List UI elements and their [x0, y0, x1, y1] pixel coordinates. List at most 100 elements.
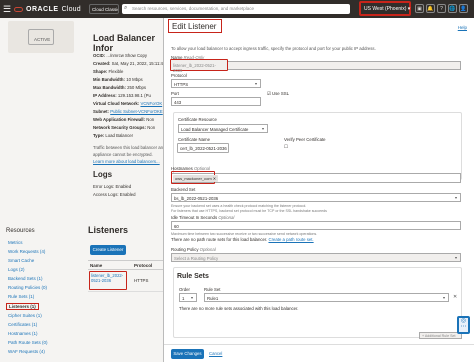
protocol-select[interactable]: HTTPS ▾	[171, 79, 261, 88]
column-protocol: Protocol	[134, 263, 153, 268]
certificate-section: Certificate Resource Load Balancer Manag…	[173, 112, 462, 180]
detail-waf: Web Application Firewall: Non	[93, 117, 155, 122]
search-icon: ⌕	[124, 5, 128, 11]
resource-smart-cache[interactable]: Smart Cache	[8, 258, 34, 263]
order-label: Order	[179, 287, 190, 292]
idle-hint: Maximum time between two successive rece…	[171, 232, 318, 236]
resource-metrics[interactable]: Metrics	[8, 240, 23, 245]
order-select[interactable]: 1 ▾	[179, 293, 197, 302]
cert-name-label: Certificate Name	[178, 137, 210, 142]
language-icon[interactable]: 🌐	[448, 4, 457, 13]
create-path-route-link[interactable]: Create a path route set.	[268, 237, 313, 242]
detail-ocid: OCID: .../nmrcw Show Copy	[93, 53, 147, 58]
resource-routing-policies[interactable]: Routing Policies (0)	[8, 285, 47, 290]
chevron-down-icon: ▾	[454, 195, 457, 200]
create-listener-button[interactable]: Create Listener	[90, 245, 126, 255]
no-rules-text: There are no more rule sets associated w…	[179, 306, 299, 311]
resource-certificates[interactable]: Certificates (1)	[8, 322, 37, 327]
resources-heading: Resources	[6, 228, 35, 234]
notifications-icon[interactable]: 🔔	[426, 4, 435, 13]
detail-max-bandwidth: Max Bandwidth: 250 Mbps	[93, 85, 147, 90]
backend-hint: Ensure your backend set uses a health ch…	[171, 204, 307, 208]
panel-footer: Save Changes Cancel	[164, 344, 474, 362]
backend-hint-2: For listeners that use HTTPS, backend se…	[171, 209, 327, 213]
resource-cipher-suites[interactable]: Cipher Suites (1)	[8, 313, 42, 318]
detail-subnet: Subnet: Public Subnet-VCNForOKE	[93, 109, 163, 114]
save-changes-button[interactable]: Save Changes	[171, 349, 204, 359]
listeners-table-header: Name Protocol	[88, 260, 163, 270]
chevron-down-icon: ▾	[190, 295, 193, 300]
chevron-down-icon: ▾	[442, 295, 445, 300]
compartment-select[interactable]: Cloud Classic	[89, 4, 119, 14]
edit-listener-panel: Edit Listener Help To allow your load ba…	[163, 18, 474, 362]
protocol-label: Protocol	[171, 73, 187, 78]
resource-waf-requests[interactable]: WAF Requests (4)	[8, 349, 45, 354]
detail-vcn: Virtual Cloud Network: VCNForOK	[93, 101, 163, 106]
chevron-down-icon: ▾	[454, 255, 457, 260]
remove-rule-set-icon[interactable]: ✕	[453, 294, 457, 300]
port-input[interactable]: 443	[171, 97, 261, 106]
detail-ip-address: IP Address: 129.153.98.1 (Pu	[93, 93, 151, 98]
idle-timeout-label: Idle Timeout In Seconds Optional	[171, 215, 235, 220]
backend-set-select[interactable]: bs_lb_2022-0521-2036 ▾	[171, 193, 461, 202]
use-ssl-toggle[interactable]: ☑ Use SSL	[267, 91, 289, 97]
load-balancer-details-page: ACTIVE Load Balancer Infor OCID: .../nmr…	[0, 18, 165, 362]
cloud-shell-icon[interactable]: ▣	[415, 4, 424, 13]
resource-work-requests[interactable]: Work Requests (4)	[8, 249, 45, 254]
help-icon[interactable]: ?	[437, 4, 446, 13]
backend-set-label: Backend Set	[171, 187, 196, 192]
add-rule-set-button[interactable]: + Additional Rule Set	[419, 332, 462, 339]
detail-nsg: Network Security Groups: Non	[93, 125, 156, 130]
panel-title: Edit Listener	[168, 19, 222, 33]
page-title: Load Balancer Infor	[93, 33, 156, 53]
column-name: Name	[90, 263, 103, 268]
resource-path-route-sets[interactable]: Path Route Sets (0)	[8, 340, 48, 345]
resource-listeners[interactable]: Listeners (1)	[6, 303, 39, 310]
help-link[interactable]: Help	[458, 25, 467, 30]
cancel-link[interactable]: Cancel	[209, 351, 222, 356]
path-route-text: There are no path route sets for this lo…	[171, 237, 314, 242]
top-bar: ☰ ORACLE Cloud Cloud Classic ⌕ Search re…	[0, 0, 474, 18]
search-input[interactable]: ⌕ Search resources, services, documentat…	[122, 4, 350, 14]
error-logs-status: Error Logs: Enabled	[93, 184, 132, 189]
detail-shape: Shape: Flexible	[93, 69, 124, 74]
resource-backend-sets[interactable]: Backend Sets (1)	[8, 276, 43, 281]
rule-set-label: Rule Set	[204, 287, 221, 292]
region-selector[interactable]: US West (Phoenix) ▾	[359, 1, 411, 16]
detail-created: Created: Sat, May 21, 2022, 15:11:4	[93, 61, 163, 66]
listeners-heading: Listeners	[88, 225, 129, 235]
verify-peer-label: Verify Peer Certificate	[284, 137, 326, 142]
help-assist-icon[interactable]: ◎ ⋯	[457, 316, 470, 334]
idle-timeout-input[interactable]: 60	[171, 221, 461, 230]
cert-resource-label: Certificate Resource	[178, 117, 217, 122]
profile-icon[interactable]: 👤	[459, 4, 468, 13]
detail-type: Type: Load Balancer	[93, 133, 134, 138]
chevron-down-icon: ▾	[254, 81, 257, 86]
rule-sets-heading: Rule Sets	[177, 273, 209, 280]
detail-min-bandwidth: Min Bandwidth: 10 Mbps	[93, 77, 143, 82]
oracle-ring-icon	[14, 6, 23, 12]
resource-logs[interactable]: Logs (2)	[8, 267, 25, 272]
routing-policy-select[interactable]: Select a Routing Policy ▾	[171, 253, 461, 262]
learn-more-link[interactable]: Learn more about load balancers...	[93, 159, 160, 164]
resource-rule-sets[interactable]: Rule Sets (1)	[8, 294, 34, 299]
access-logs-status: Access Logs: Enabled	[93, 192, 136, 197]
name-value: listener_lb_2022-0521-2036	[170, 59, 228, 73]
hostname-chip[interactable]: ows_mackoner_com ✕	[173, 174, 219, 182]
routing-policy-label: Routing Policy Optional	[171, 247, 216, 252]
menu-icon[interactable]: ☰	[0, 0, 14, 18]
oracle-logo[interactable]: ORACLE Cloud	[14, 6, 81, 13]
listener-name-link[interactable]: listener_lb_2022-0521-2036	[89, 271, 127, 290]
port-label: Port	[171, 91, 179, 96]
rule-sets-section: Rule Sets Order 1 ▾ Rule Set Rule1 ▾ ✕ The…	[173, 267, 462, 339]
chevron-down-icon: ▾	[261, 126, 264, 131]
logs-heading: Logs	[93, 170, 113, 179]
status-badge: ACTIVE	[34, 37, 51, 42]
intro-text: To allow your load balancer to accept in…	[171, 46, 376, 51]
listener-protocol: HTTPS	[134, 278, 149, 283]
cert-name-select[interactable]: cert_lb_2022-0521-2036	[177, 143, 229, 153]
resource-hostnames[interactable]: Hostnames (1)	[8, 331, 38, 336]
rule-set-select[interactable]: Rule1 ▾	[204, 293, 449, 302]
verify-peer-checkbox[interactable]: ☐	[284, 144, 288, 150]
cert-resource-select[interactable]: Load Balancer Managed Certificate ▾	[178, 124, 268, 133]
